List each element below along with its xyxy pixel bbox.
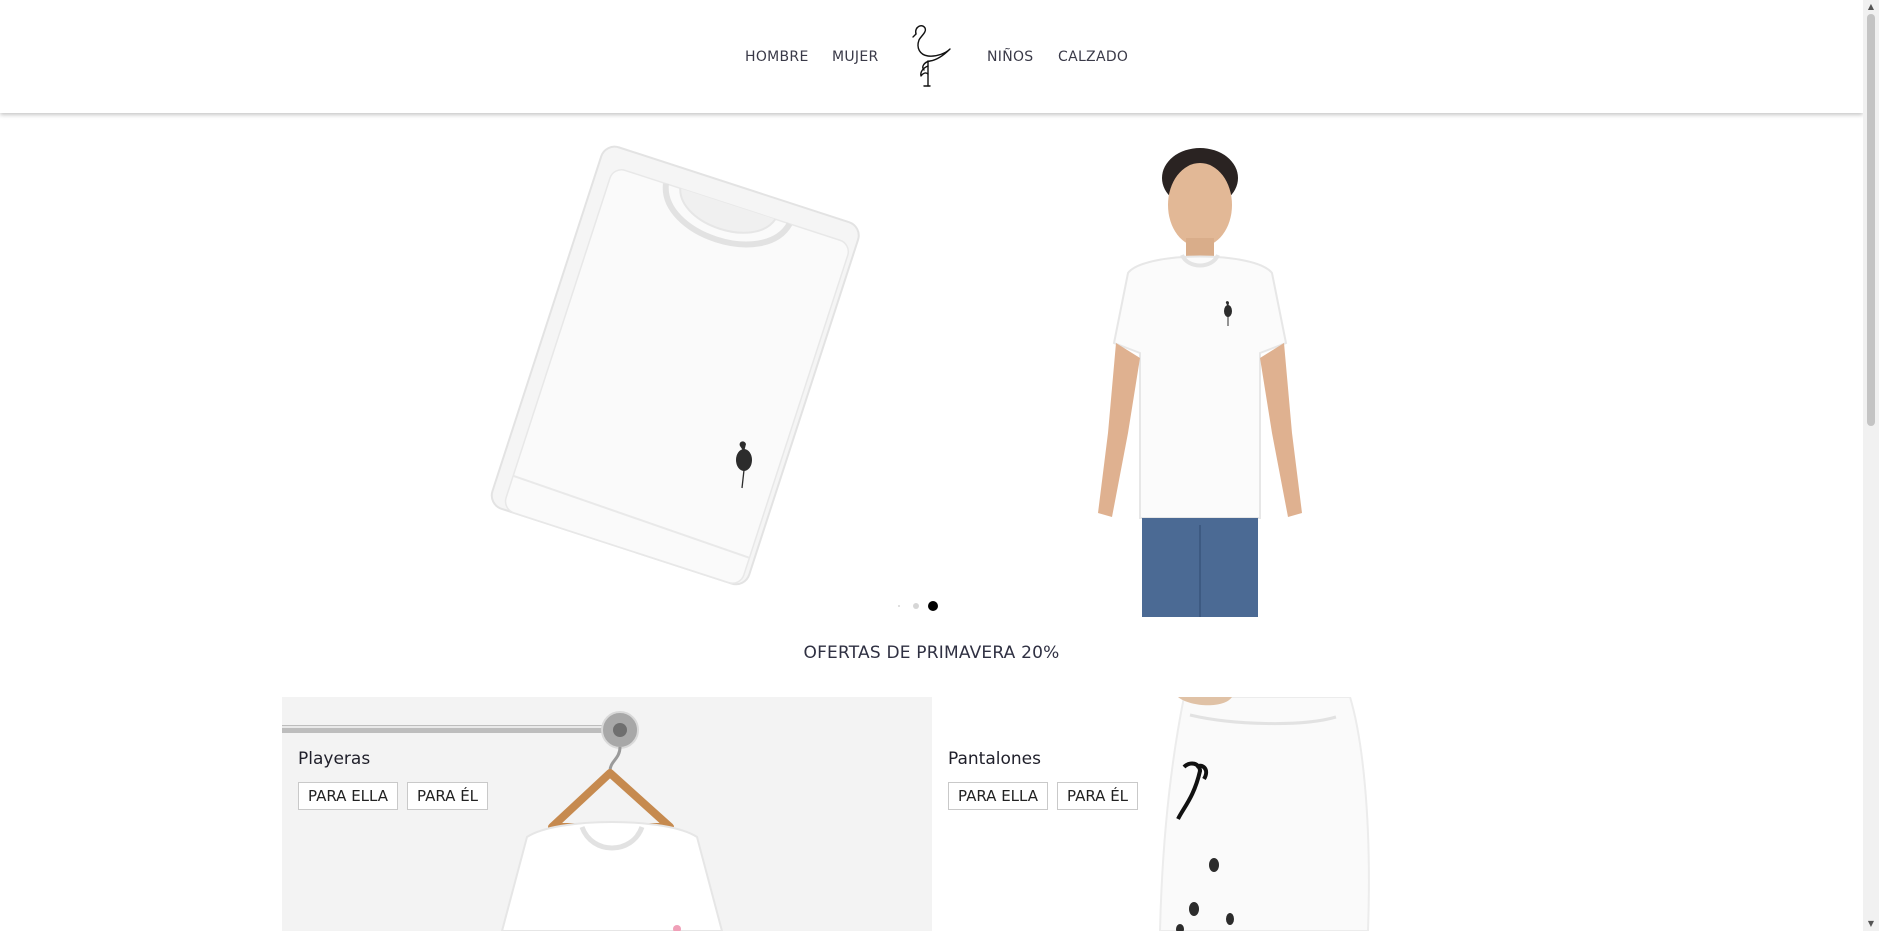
carousel-dot-3-active[interactable] — [928, 601, 938, 611]
scroll-down-arrow-icon[interactable]: ▼ — [1866, 919, 1876, 929]
category-title-playeras: Playeras — [298, 749, 371, 769]
playeras-para-ella-button[interactable]: PARA ELLA — [298, 782, 398, 810]
page-scrollbar[interactable]: ▲ ▼ — [1863, 0, 1879, 931]
folded-tshirt-image — [490, 145, 860, 586]
pantalones-model-image — [1158, 697, 1370, 931]
pantalones-para-ella-button[interactable]: PARA ELLA — [948, 782, 1048, 810]
site-header: HOMBRE MUJER NIÑOS CALZADO — [0, 0, 1863, 113]
playeras-hanger-image — [282, 711, 724, 931]
category-tile-pantalones[interactable]: Pantalones PARA ELLA PARA ÉL — [932, 697, 1592, 931]
pantalones-para-el-button[interactable]: PARA ÉL — [1057, 782, 1139, 810]
nav-link-mujer[interactable]: MUJER — [832, 49, 879, 65]
nav-link-hombre[interactable]: HOMBRE — [745, 49, 809, 65]
category-title-pantalones: Pantalones — [948, 749, 1041, 769]
carousel-dot-2[interactable] — [913, 603, 919, 609]
playeras-para-el-button[interactable]: PARA ÉL — [407, 782, 489, 810]
offer-banner-text: OFERTAS DE PRIMAVERA 20% — [803, 643, 1060, 663]
carousel-indicators — [898, 600, 938, 612]
nav-link-calzado[interactable]: CALZADO — [1058, 49, 1128, 65]
category-tile-playeras[interactable]: Playeras PARA ELLA PARA ÉL — [282, 697, 932, 931]
scroll-up-arrow-icon[interactable]: ▲ — [1866, 2, 1876, 12]
nav-link-ninos[interactable]: NIÑOS — [987, 49, 1033, 65]
flamingo-logo-icon[interactable] — [906, 22, 956, 88]
model-tshirt-image — [1098, 148, 1302, 617]
scrollbar-thumb[interactable] — [1867, 14, 1875, 426]
carousel-dot-1[interactable] — [898, 605, 900, 607]
hero-carousel[interactable] — [430, 117, 1434, 617]
